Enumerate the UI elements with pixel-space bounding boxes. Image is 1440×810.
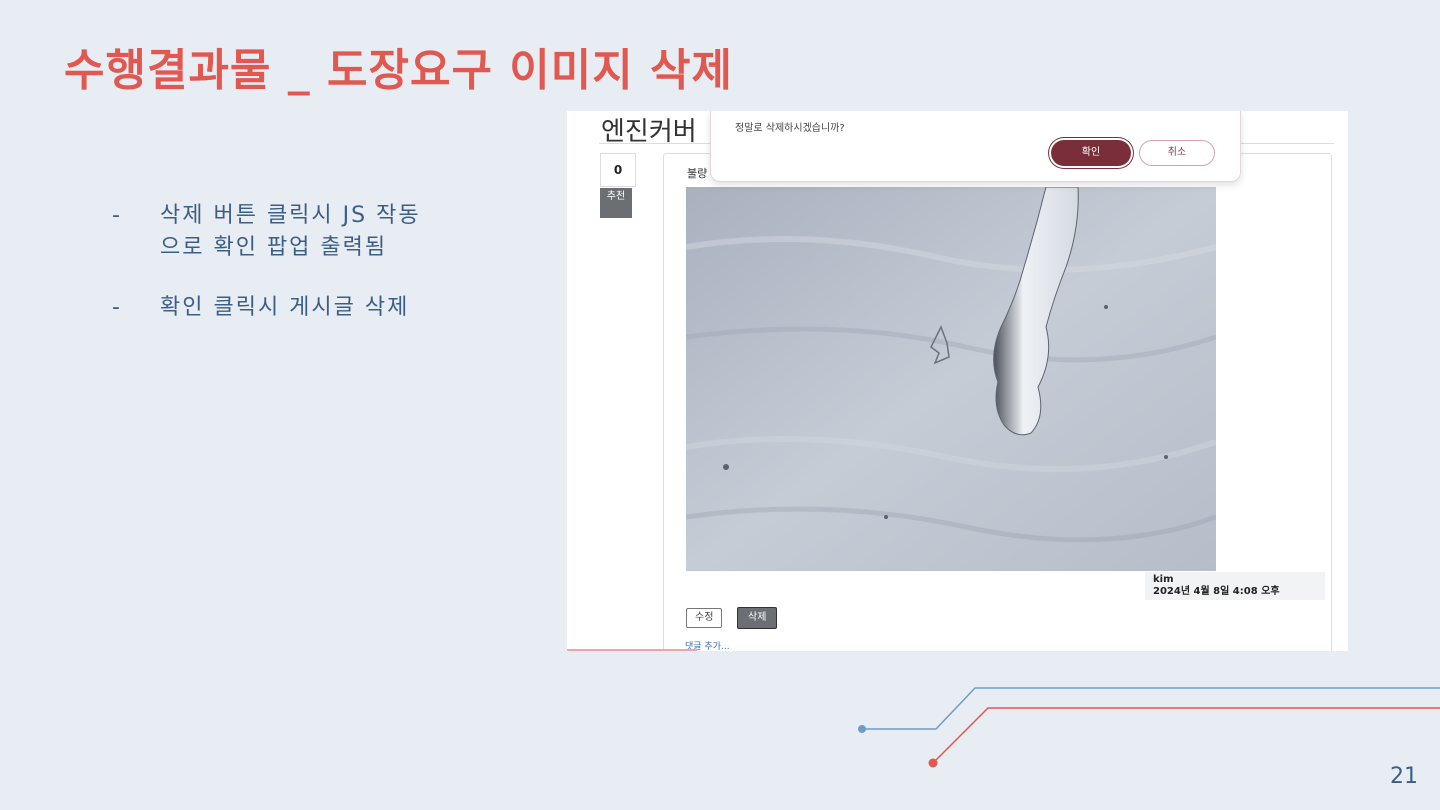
page-number: 21 <box>1390 764 1418 789</box>
circuit-decoration <box>858 687 1440 768</box>
